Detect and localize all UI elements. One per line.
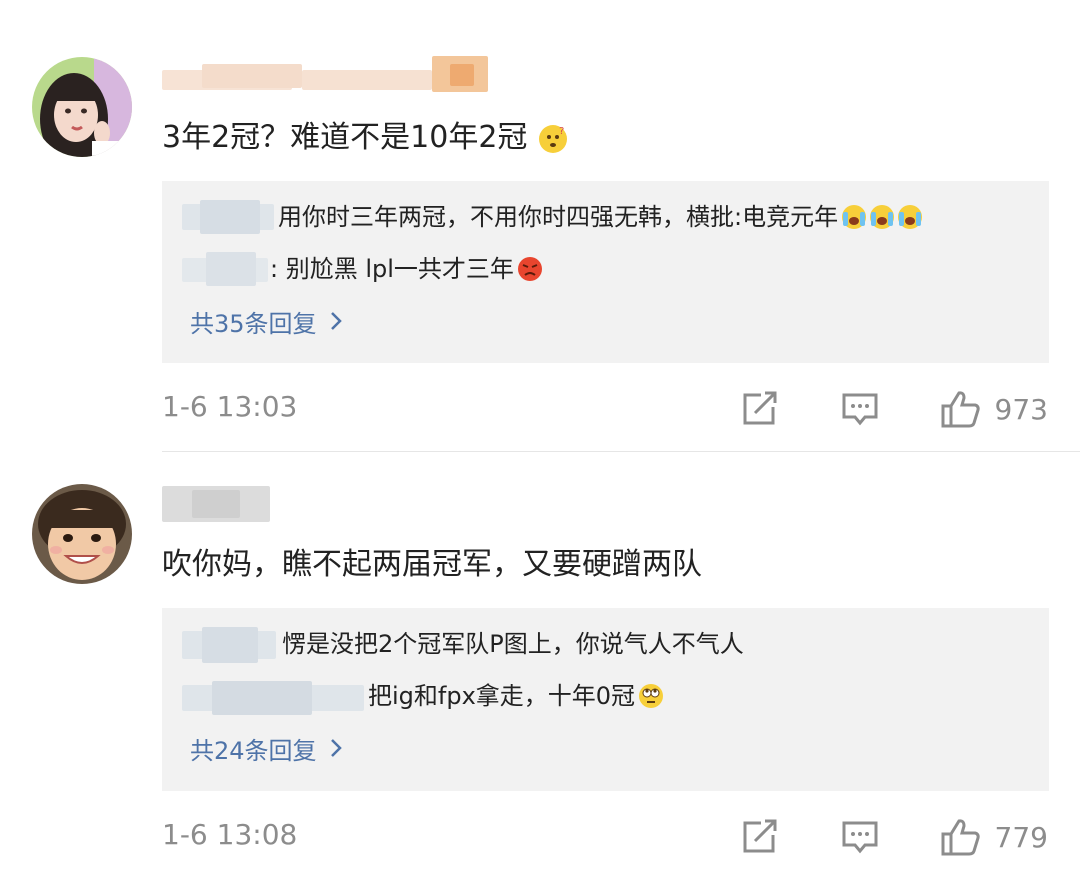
avatar[interactable] — [32, 484, 132, 584]
reply-text: 愣是没把2个冠军队P图上，你说气人不气人 — [282, 630, 744, 658]
reply-username-blurred[interactable] — [182, 679, 366, 715]
emoji-thinking-icon: ? — [538, 124, 567, 153]
comment-timestamp: 1-6 13:03 — [162, 390, 298, 423]
view-all-replies-label: 共35条回复 — [190, 309, 317, 338]
comment-icon — [842, 393, 878, 426]
view-all-replies-label: 共24条回复 — [190, 736, 317, 765]
reply-text: : 别尬黑 lpl一共才三年 — [270, 255, 514, 283]
reply-item[interactable]: 用你时三年两冠，不用你时四强无韩，横批:电竞元年 — [182, 197, 924, 237]
comment-text-content: 吹你妈，瞧不起两届冠军，又要硬蹭两队 — [162, 547, 702, 582]
share-icon — [743, 819, 777, 853]
avatar-image — [32, 484, 132, 584]
comment-timestamp: 1-6 13:08 — [162, 818, 298, 851]
reply-preview-box[interactable]: 用你时三年两冠，不用你时四强无韩，横批:电竞元年 : 别尬黑 lpl一共才三年 — [162, 181, 1049, 363]
share-button[interactable] — [741, 819, 779, 855]
like-count: 779 — [994, 820, 1048, 854]
thumbs-up-icon — [941, 819, 980, 856]
share-icon — [743, 391, 777, 425]
comment-actions: 973 — [741, 386, 1048, 432]
reply-item[interactable]: : 别尬黑 lpl一共才三年 — [182, 249, 544, 289]
emoji-angry-icon — [516, 255, 544, 283]
comment-footer: 1-6 13:03 973 — [162, 386, 1048, 432]
comment-text: 3年2冠？难道不是10年2冠 ? — [162, 118, 567, 158]
reply-username-blurred[interactable] — [182, 252, 270, 286]
username-blurred[interactable] — [162, 56, 488, 92]
like-button[interactable]: 973 — [941, 390, 1048, 428]
username-blurred[interactable] — [162, 486, 270, 522]
reply-text: 用你时三年两冠，不用你时四强无韩，横批:电竞元年 — [278, 203, 839, 231]
reply-item[interactable]: 愣是没把2个冠军队P图上，你说气人不气人 — [182, 624, 744, 664]
reply-text: 把ig和fpx拿走，十年0冠 — [368, 682, 636, 710]
like-button[interactable]: 779 — [941, 818, 1048, 856]
like-count: 973 — [994, 392, 1048, 426]
emoji-cry-icon — [840, 203, 924, 231]
chevron-right-icon — [329, 310, 343, 332]
comment-item: 吹你妈，瞧不起两届冠军，又要硬蹭两队 愣是没把2个冠军队P图上，你说气人不气人 … — [0, 452, 1080, 883]
avatar-image — [32, 57, 132, 157]
reply-username-blurred[interactable] — [182, 200, 274, 234]
comment-text: 吹你妈，瞧不起两届冠军，又要硬蹭两队 — [162, 545, 702, 585]
comment-actions: 779 — [741, 814, 1048, 860]
comment-icon — [842, 821, 878, 854]
reply-preview-box[interactable]: 愣是没把2个冠军队P图上，你说气人不气人 把ig和fpx拿走，十年0冠 共24条… — [162, 608, 1049, 791]
comment-item: 3年2冠？难道不是10年2冠 ? 用你时三年两冠，不用你时四强无韩，横批:电竞元… — [0, 0, 1080, 452]
comment-text-content: 3年2冠？难道不是10年2冠 — [162, 120, 528, 155]
avatar[interactable] — [32, 57, 132, 157]
reply-username-blurred[interactable] — [182, 627, 278, 663]
svg-text:?: ? — [559, 126, 564, 137]
emoji-eyeroll-icon — [637, 682, 665, 710]
reply-item[interactable]: 把ig和fpx拿走，十年0冠 — [182, 676, 665, 716]
chevron-right-icon — [329, 737, 343, 759]
reply-button[interactable] — [841, 819, 879, 855]
reply-button[interactable] — [841, 391, 879, 427]
thumbs-up-icon — [941, 391, 980, 428]
view-all-replies-link[interactable]: 共35条回复 — [190, 301, 343, 341]
share-button[interactable] — [741, 391, 779, 427]
comment-footer: 1-6 13:08 779 — [162, 814, 1048, 860]
view-all-replies-link[interactable]: 共24条回复 — [190, 728, 343, 768]
